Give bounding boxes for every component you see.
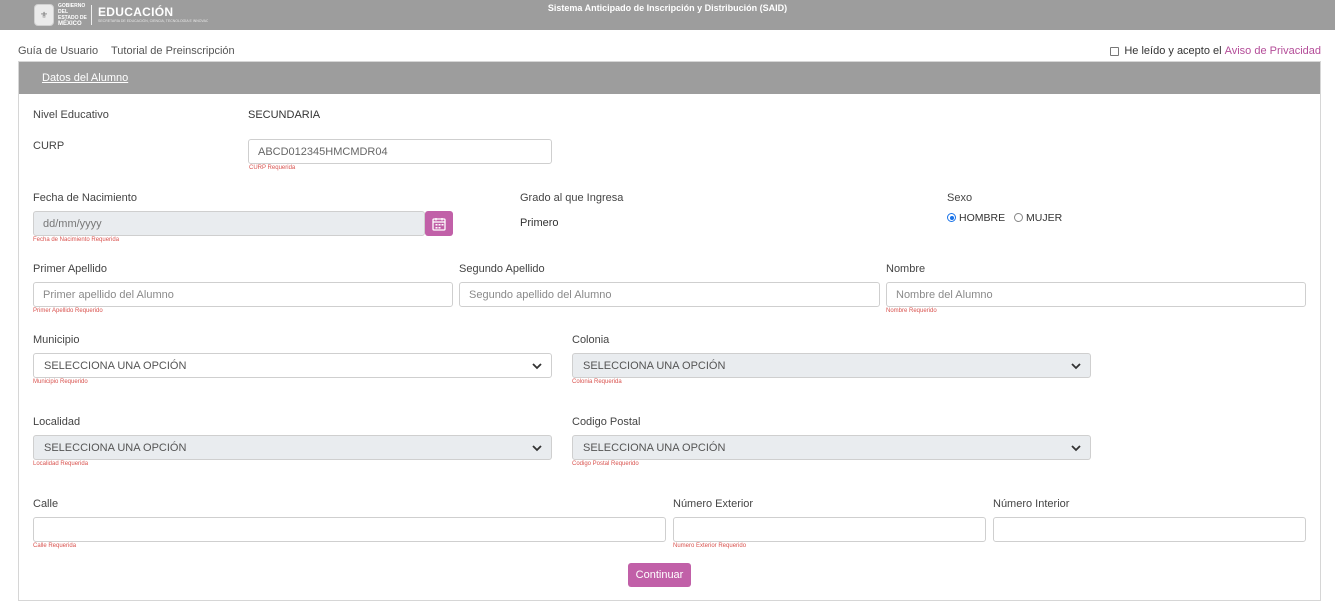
- municipio-value: SELECCIONA UNA OPCIÓN: [44, 360, 187, 372]
- calle-input[interactable]: [33, 517, 666, 542]
- municipio-label: Municipio: [33, 334, 80, 346]
- cp-error: Codigo Postal Requerido: [572, 461, 639, 467]
- segundo-apellido-label: Segundo Apellido: [459, 263, 545, 275]
- privacy-checkbox[interactable]: [1110, 46, 1120, 56]
- user-guide-link[interactable]: Guía de Usuario: [18, 45, 98, 57]
- cp-select[interactable]: SELECCIONA UNA OPCIÓN: [572, 435, 1091, 460]
- municipio-select[interactable]: SELECCIONA UNA OPCIÓN: [33, 353, 552, 378]
- sexo-label: Sexo: [947, 192, 973, 204]
- colonia-error: Colonia Requerida: [572, 379, 622, 385]
- localidad-select[interactable]: SELECCIONA UNA OPCIÓN: [33, 435, 552, 460]
- calendar-icon: [432, 217, 446, 231]
- calendar-button[interactable]: [425, 211, 453, 236]
- colonia-value: SELECCIONA UNA OPCIÓN: [583, 360, 726, 372]
- nombre-error: Nombre Requerido: [886, 308, 937, 314]
- num-ext-error: Numero Exterior Requerido: [673, 543, 747, 549]
- privacy-notice-link[interactable]: Aviso de Privacidad: [1225, 45, 1321, 57]
- gobierno-line3: MÉXICO: [58, 21, 82, 27]
- cp-label: Codigo Postal: [572, 416, 641, 428]
- nivel-label: Nivel Educativo: [33, 109, 109, 121]
- nombre-input[interactable]: Nombre del Alumno: [886, 282, 1306, 307]
- primer-apellido-label: Primer Apellido: [33, 263, 107, 275]
- num-int-input[interactable]: [993, 517, 1306, 542]
- birthdate-input[interactable]: dd/mm/yyyy: [33, 211, 425, 236]
- nombre-label: Nombre: [886, 263, 926, 275]
- top-nav: Guía de Usuario Tutorial de Preinscripci…: [18, 45, 245, 57]
- tutorial-link[interactable]: Tutorial de Preinscripción: [111, 45, 235, 57]
- primer-apellido-error: Primer Apellido Requerido: [33, 308, 103, 314]
- colonia-select[interactable]: SELECCIONA UNA OPCIÓN: [572, 353, 1091, 378]
- num-int-label: Número Interior: [993, 498, 1070, 510]
- primer-apellido-input[interactable]: Primer apellido del Alumno: [33, 282, 453, 307]
- chevron-down-icon: [532, 363, 542, 370]
- privacy-text: He leído y acepto el: [1124, 45, 1222, 57]
- calle-error: Calle Requerida: [33, 543, 77, 549]
- curp-label: CURP: [33, 140, 65, 152]
- privacy-consent: He leído y acepto el Aviso de Privacidad: [1110, 45, 1321, 57]
- app-title: Sistema Anticipado de Inscripción y Dist…: [547, 3, 788, 13]
- calle-label: Calle: [33, 498, 59, 510]
- fecha-error: Fecha de Nacimiento Requerida: [33, 237, 120, 243]
- chevron-down-icon: [1071, 363, 1081, 370]
- chevron-down-icon: [1071, 445, 1081, 452]
- cp-value: SELECCIONA UNA OPCIÓN: [583, 442, 726, 454]
- top-bar: ⚜ GOBIERNO DEL ESTADO DE MÉXICO EDUCACIÓ…: [0, 0, 1335, 30]
- colonia-label: Colonia: [572, 334, 610, 346]
- num-ext-label: Número Exterior: [673, 498, 754, 510]
- localidad-error: Localidad Requerida: [33, 461, 89, 467]
- curp-input[interactable]: ABCD012345HMCMDR04: [248, 139, 552, 164]
- num-ext-input[interactable]: [673, 517, 986, 542]
- localidad-value: SELECCIONA UNA OPCIÓN: [44, 442, 187, 454]
- curp-error: CURP Requerida: [249, 165, 296, 171]
- municipio-error: Municipio Requerido: [33, 379, 88, 385]
- radio-hombre[interactable]: [947, 213, 956, 222]
- segundo-apellido-input[interactable]: Segundo apellido del Alumno: [459, 282, 880, 307]
- grado-label: Grado al que Ingresa: [520, 192, 624, 204]
- secretaria-subtitle: SECRETARÍA DE EDUCACIÓN, CIENCIA, TECNOL…: [98, 19, 208, 23]
- sexo-radio-group: HOMBRE MUJER: [947, 212, 1062, 224]
- grado-value: Primero: [520, 217, 559, 229]
- fecha-label: Fecha de Nacimiento: [33, 192, 137, 204]
- chevron-down-icon: [532, 445, 542, 452]
- hombre-label: HOMBRE: [959, 212, 1006, 224]
- panel-header: Datos del Alumno: [19, 62, 1320, 94]
- radio-mujer[interactable]: [1014, 213, 1024, 222]
- nivel-value: SECUNDARIA: [248, 109, 321, 121]
- localidad-label: Localidad: [33, 416, 81, 428]
- mujer-label: MUJER: [1026, 212, 1063, 224]
- continue-button[interactable]: Continuar: [628, 563, 691, 587]
- tab-datos-alumno[interactable]: Datos del Alumno: [42, 72, 128, 84]
